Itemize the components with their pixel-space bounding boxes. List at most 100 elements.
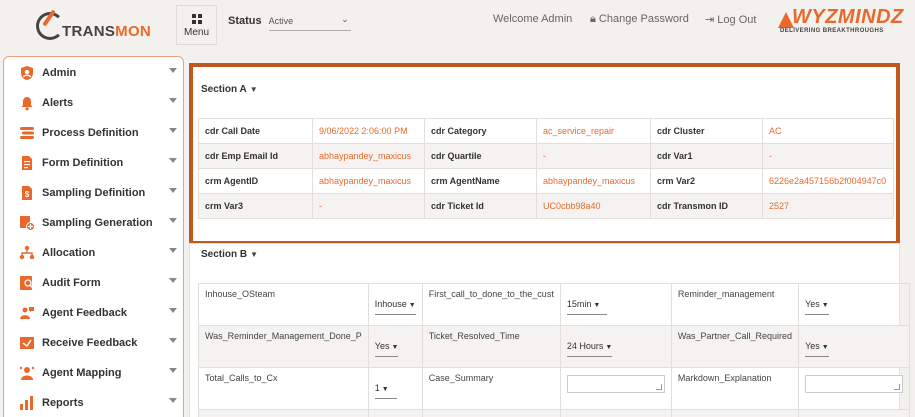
caret-down-icon: ▼ xyxy=(381,386,389,393)
caret-down-icon xyxy=(169,158,177,163)
field-label: crm Var3 xyxy=(198,193,313,219)
field-label: Was_Reminder_Management_Done_P xyxy=(198,325,369,368)
reminder-management-select[interactable]: Yes ▼ xyxy=(805,299,829,315)
status-label: Status xyxy=(228,15,262,27)
select-value: 24 Hours xyxy=(566,341,604,351)
field-label: Inhouse_OSteam xyxy=(198,283,369,326)
sidebar-item-label: Audit Form xyxy=(42,277,101,289)
change-password-link[interactable]: 🔒︎ Change Password xyxy=(590,13,689,26)
status-select[interactable]: Active ⌄ xyxy=(268,14,351,31)
partner-call-select[interactable]: Yes ▼ xyxy=(805,341,829,357)
field-label: Markdown_Explanation xyxy=(670,367,800,410)
field-value: 9/06/2022 2:06:00 PM xyxy=(312,118,425,144)
total-calls-select[interactable]: 1 ▼ xyxy=(374,383,397,399)
select-value: 1 xyxy=(374,383,380,393)
bell-icon xyxy=(17,94,37,112)
sidebar-item-agent-mapping[interactable]: Agent Mapping xyxy=(4,358,183,388)
sidebar-item-alerts[interactable]: Alerts xyxy=(4,88,183,118)
logout-link[interactable]: ⇥ Log Out xyxy=(705,13,756,26)
field-value: ac_service_repair xyxy=(536,118,651,144)
sidebar-item-receive-feedback[interactable]: Receive Feedback xyxy=(4,328,183,358)
field-value: abhaypandey_maxicus xyxy=(536,168,651,194)
sidebar-item-label: Agent Feedback xyxy=(42,307,127,319)
field-cell xyxy=(559,367,672,410)
field-label: Ticket_Resolved_Time xyxy=(421,325,561,368)
section-a-table: cdr Call Date 9/06/2022 2:06:00 PM cdr C… xyxy=(198,118,894,219)
ticket-resolved-select[interactable]: 24 Hours ▼ xyxy=(566,341,613,357)
select-value: Yes xyxy=(805,299,820,309)
app-root: TRANSMON Menu Status Active ⌄ Welcome Ad… xyxy=(0,0,915,417)
section-b-title: Section B xyxy=(201,249,248,260)
field-label: Case_Summary xyxy=(421,367,561,410)
first-call-select[interactable]: 15min ▼ xyxy=(566,299,607,315)
wyzmindz-logo: WYZMINDZ DELIVERING BREAKTHROUGHS xyxy=(778,6,903,38)
caret-down-icon: ▼ xyxy=(391,344,399,351)
sidebar-item-admin[interactable]: Admin xyxy=(4,58,183,88)
sidebar-item-audit-form[interactable]: Audit Form xyxy=(4,268,183,298)
select-value: Inhouse xyxy=(374,299,407,309)
case-summary-textarea[interactable] xyxy=(566,375,665,393)
field-label: cdr Call Date xyxy=(198,118,313,144)
caret-down-icon xyxy=(169,368,177,373)
top-header: TRANSMON Menu Status Active ⌄ Welcome Ad… xyxy=(0,0,915,50)
caret-down-icon: ▼ xyxy=(605,344,613,351)
status-value: Active xyxy=(268,16,294,26)
sidebar-item-form-definition[interactable]: Form Definition xyxy=(4,148,183,178)
select-value: 15min xyxy=(566,299,592,309)
admin-icon xyxy=(17,64,37,82)
sidebar-item-allocation[interactable]: Allocation xyxy=(4,238,183,268)
svg-text:$: $ xyxy=(25,190,30,199)
sidebar-item-label: Agent Mapping xyxy=(42,367,122,379)
sidebar-item-reports[interactable]: Reports xyxy=(4,388,183,417)
field-label: crm AgentName xyxy=(424,168,537,194)
sidebar-item-label: Process Definition xyxy=(42,127,139,139)
feedback-icon xyxy=(17,304,37,322)
logo-text-dark: TRANS xyxy=(62,22,116,40)
field-cell: Yes ▼ xyxy=(367,325,423,368)
caret-down-icon: ▼ xyxy=(408,302,416,309)
inhouse-osteam-select[interactable]: Inhouse ▼ xyxy=(374,299,416,315)
caret-down-icon xyxy=(169,128,177,133)
generation-icon xyxy=(17,214,37,232)
section-b-form: Inhouse_OSteam Inhouse ▼ First_call_to_do… xyxy=(198,283,911,417)
field-cell xyxy=(798,367,911,410)
wyzmindz-name: WYZMINDZ xyxy=(792,6,904,28)
field-label: Was_Partner_Call_Required xyxy=(670,325,800,368)
form-row xyxy=(198,409,911,417)
form-row: Total_Calls_to_Cx 1 ▼ Case_Summary Markdo… xyxy=(198,367,911,410)
caret-down-icon: ▼ xyxy=(821,344,829,351)
reminder-done-select[interactable]: Yes ▼ xyxy=(374,341,399,357)
chevron-down-icon: ⌄ xyxy=(341,14,349,24)
change-password-label: Change Password xyxy=(598,13,689,25)
table-row: crm Var3 - cdr Ticket Id UC0cbb98a40 cdr… xyxy=(198,193,894,219)
sidebar-item-agent-feedback[interactable]: Agent Feedback xyxy=(4,298,183,328)
sidebar-item-sampling-definition[interactable]: $ Sampling Definition xyxy=(4,178,183,208)
field-value: abhaypandey_maxicus xyxy=(312,168,425,194)
section-a-title: Section A xyxy=(201,84,247,95)
section-a-toggle[interactable]: Section A ▼ xyxy=(201,84,258,95)
section-b-toggle[interactable]: Section B ▼ xyxy=(201,249,258,260)
field-value: UC0cbb98a40 xyxy=(536,193,651,219)
menu-button[interactable]: Menu xyxy=(176,5,217,45)
caret-down-icon xyxy=(169,68,177,73)
sidebar-item-label: Sampling Generation xyxy=(42,217,153,229)
markdown-explanation-textarea[interactable] xyxy=(805,375,904,393)
sidebar-item-sampling-generation[interactable]: Sampling Generation xyxy=(4,208,183,238)
field-label: cdr Ticket Id xyxy=(424,193,537,219)
wyzmindz-tagline: DELIVERING BREAKTHROUGHS xyxy=(780,28,884,34)
logout-icon: ⇥ xyxy=(705,14,715,26)
field-cell: Yes ▼ xyxy=(798,283,911,326)
sidebar-item-label: Receive Feedback xyxy=(42,337,138,349)
form-icon xyxy=(17,154,37,172)
field-label: Reminder_management xyxy=(670,283,800,326)
sidebar-item-process-definition[interactable]: Process Definition xyxy=(4,118,183,148)
caret-down-icon xyxy=(169,98,177,103)
grid-icon xyxy=(191,14,202,24)
sidebar: Admin Alerts Process Definition Form Def… xyxy=(3,56,184,417)
field-cell: 24 Hours ▼ xyxy=(559,325,672,368)
field-value: - xyxy=(312,193,425,219)
field-label: cdr Var1 xyxy=(650,143,763,169)
table-row: cdr Call Date 9/06/2022 2:06:00 PM cdr C… xyxy=(198,118,894,144)
field-label: crm AgentID xyxy=(198,168,313,194)
transmon-logo[interactable]: TRANSMON xyxy=(36,12,151,40)
